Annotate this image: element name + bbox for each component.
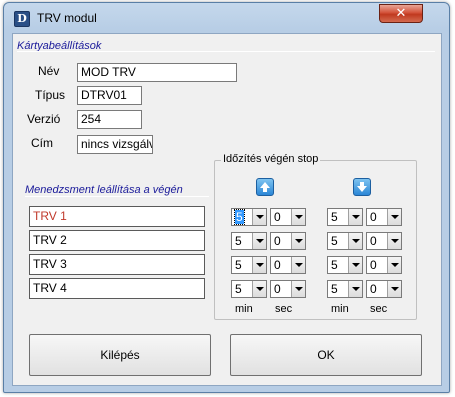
window-title: TRV modul <box>37 11 97 25</box>
up-minutes-select[interactable]: 5 <box>231 208 267 226</box>
combo-value: 0 <box>274 234 281 248</box>
combo-value: 5 <box>331 234 338 248</box>
down-minutes-select[interactable]: 5 <box>327 232 363 250</box>
down-seconds-select[interactable]: 0 <box>366 208 402 226</box>
chevron-down-icon[interactable] <box>348 233 362 249</box>
combo-value: 5 <box>331 282 338 296</box>
seconds-unit-label: sec <box>275 303 293 315</box>
type-field[interactable]: DTRV01 <box>77 86 142 105</box>
arrow-down-icon <box>353 178 371 196</box>
chevron-down-icon[interactable] <box>252 233 266 249</box>
ok-button[interactable]: OK <box>230 334 422 376</box>
combo-value: 5 <box>235 258 242 272</box>
up-minutes-select[interactable]: 5 <box>231 232 267 250</box>
up-minutes-select[interactable]: 5 <box>231 256 267 274</box>
down-minutes-select[interactable]: 5 <box>327 280 363 298</box>
up-seconds-select[interactable]: 0 <box>270 208 306 226</box>
type-label: Típus <box>35 88 66 102</box>
combo-value: 0 <box>370 258 377 272</box>
seconds-unit-label: sec <box>370 303 388 315</box>
address-label: Cím <box>31 136 53 150</box>
chevron-down-icon[interactable] <box>291 257 305 273</box>
minutes-unit-label: min <box>331 303 349 315</box>
chevron-down-icon[interactable] <box>291 209 305 225</box>
down-seconds-select[interactable]: 0 <box>366 256 402 274</box>
combo-value: 0 <box>274 282 281 296</box>
down-minutes-select[interactable]: 5 <box>327 256 363 274</box>
up-minutes-select[interactable]: 5 <box>231 280 267 298</box>
trv-row-4[interactable]: TRV 4 <box>29 278 205 299</box>
trv-row-2[interactable]: TRV 2 <box>29 230 205 251</box>
combo-value: 5 <box>235 234 242 248</box>
chevron-down-icon[interactable] <box>252 281 266 297</box>
name-label: Név <box>38 64 60 78</box>
combo-value: 5 <box>234 209 245 225</box>
management-divider <box>25 196 209 197</box>
dialog-client-area: Kártyabeállítások Név MOD TRV Típus DTRV… <box>12 33 442 386</box>
combo-value: 5 <box>331 210 338 224</box>
combo-value: 0 <box>370 234 377 248</box>
combo-value: 0 <box>370 282 377 296</box>
chevron-down-icon[interactable] <box>387 257 401 273</box>
chevron-down-icon[interactable] <box>291 233 305 249</box>
exit-button[interactable]: Kilépés <box>29 334 211 376</box>
down-seconds-select[interactable]: 0 <box>366 280 402 298</box>
chevron-down-icon[interactable] <box>387 233 401 249</box>
arrow-up-icon <box>256 178 274 196</box>
chevron-down-icon[interactable] <box>348 209 362 225</box>
chevron-down-icon[interactable] <box>387 209 401 225</box>
chevron-down-icon[interactable] <box>291 281 305 297</box>
chevron-down-icon[interactable] <box>252 209 266 225</box>
down-seconds-select[interactable]: 0 <box>366 232 402 250</box>
minutes-unit-label: min <box>235 303 253 315</box>
combo-value: 5 <box>331 258 338 272</box>
chevron-down-icon[interactable] <box>387 281 401 297</box>
combo-value: 0 <box>274 210 281 224</box>
combo-value: 5 <box>235 282 242 296</box>
title-bar[interactable]: D TRV modul ✕ <box>4 3 449 33</box>
version-label: Verzió <box>27 112 61 126</box>
up-seconds-select[interactable]: 0 <box>270 256 306 274</box>
name-field[interactable]: MOD TRV <box>77 63 237 82</box>
up-seconds-select[interactable]: 0 <box>270 232 306 250</box>
chevron-down-icon[interactable] <box>348 281 362 297</box>
address-field[interactable]: nincs vizsgálva <box>77 135 153 154</box>
management-section-title: Menedzsment leállítása a végén <box>25 184 183 196</box>
version-field[interactable]: 254 <box>77 110 142 129</box>
timer-group-title: Időzítés végén stop <box>221 153 321 165</box>
close-button[interactable]: ✕ <box>379 4 423 23</box>
combo-value: 0 <box>274 258 281 272</box>
trv-row-3[interactable]: TRV 3 <box>29 254 205 275</box>
up-seconds-select[interactable]: 0 <box>270 280 306 298</box>
app-icon: D <box>14 11 30 27</box>
down-minutes-select[interactable]: 5 <box>327 208 363 226</box>
trv-row-1[interactable]: TRV 1 <box>29 206 205 227</box>
chevron-down-icon[interactable] <box>348 257 362 273</box>
trv-module-window: D TRV modul ✕ Kártyabeállítások Név MOD … <box>3 2 450 393</box>
combo-value: 0 <box>370 210 377 224</box>
chevron-down-icon[interactable] <box>252 257 266 273</box>
section-divider <box>17 51 435 52</box>
